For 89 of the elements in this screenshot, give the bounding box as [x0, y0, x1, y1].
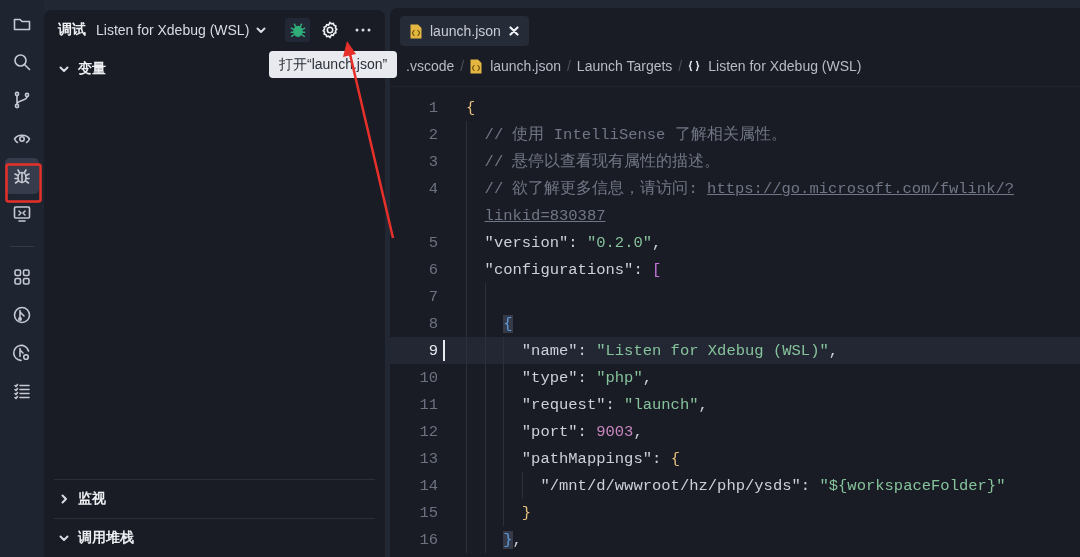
braces-icon: [688, 60, 701, 72]
punctuation: :: [568, 233, 579, 252]
string-value: "launch": [624, 395, 699, 414]
punctuation: ,: [642, 368, 653, 387]
line-number: 9: [427, 341, 438, 360]
breadcrumb-separator: /: [460, 58, 465, 74]
number-value: 9003: [596, 422, 634, 441]
file-icon: [470, 58, 483, 74]
bracket: }: [503, 530, 513, 549]
punctuation: :: [800, 476, 812, 495]
json-key: "type": [521, 368, 578, 387]
punctuation: ,: [512, 530, 522, 549]
line-number: 1: [427, 98, 438, 117]
breadcrumb-separator: /: [678, 58, 683, 74]
bracket: {: [670, 449, 680, 468]
editor-tab[interactable]: launch.json: [400, 16, 529, 46]
branch-circle-icon: [12, 305, 32, 325]
punctuation: :: [577, 341, 588, 360]
section-header[interactable]: 监视: [54, 480, 375, 518]
chevron-down-icon: [255, 24, 268, 36]
comment-link[interactable]: linkid=830387: [484, 206, 606, 225]
remote-display-icon: [12, 204, 32, 224]
line-number: 11: [418, 395, 438, 414]
json-key: "/mnt/d/wwwroot/hz/php/ysds": [540, 476, 801, 495]
config-dropdown[interactable]: Listen for Xdebug (WSL): [94, 22, 270, 38]
chevron-down-icon: [58, 63, 70, 75]
comment-link[interactable]: https://go.microsoft.com/fwlink/?: [707, 179, 1015, 198]
bug-icon: [12, 166, 32, 186]
string-value: "0.2.0": [586, 233, 653, 252]
punctuation: ,: [828, 341, 839, 360]
code-comment: // 欲了解更多信息，请访问:: [484, 178, 699, 199]
start-debug-button[interactable]: [285, 18, 310, 42]
file-icon: [410, 23, 422, 39]
line-number: 2: [427, 125, 438, 144]
bracket: {: [466, 98, 476, 117]
more-icon: [354, 28, 371, 32]
branch-icon: [12, 90, 32, 110]
line-number: 14: [418, 476, 438, 495]
checklist-icon: [12, 381, 32, 401]
punctuation: :: [577, 422, 588, 441]
grid-icon: [12, 267, 32, 287]
line-number: 6: [427, 260, 438, 279]
punctuation: ,: [652, 233, 662, 252]
branch-gear-icon: [12, 343, 32, 363]
highlight-frame: [5, 163, 42, 203]
line-number: 10: [418, 368, 438, 387]
punctuation: ,: [698, 395, 708, 414]
punctuation: :: [577, 368, 588, 387]
bracket: }: [521, 503, 532, 522]
json-key: "configurations": [484, 260, 634, 279]
line-number: 3: [427, 152, 438, 171]
chevron-right-icon: [58, 493, 70, 505]
punctuation: :: [652, 449, 663, 468]
line-number: 7: [427, 287, 438, 306]
bug-icon: [288, 21, 307, 39]
chevron-down-icon: [58, 532, 70, 544]
panel-title: 调试: [58, 21, 86, 39]
string-value: "php": [596, 368, 643, 387]
punctuation: ,: [633, 422, 643, 441]
breadcrumb-item[interactable]: Listen for Xdebug (WSL): [688, 58, 862, 74]
string-value: "Listen for Xdebug (WSL)": [596, 341, 829, 360]
json-key: "pathMappings": [521, 449, 652, 468]
breadcrumb-item[interactable]: launch.json: [470, 58, 561, 74]
line-number: 5: [427, 233, 438, 252]
punctuation: :: [605, 395, 616, 414]
json-key: "port": [521, 422, 578, 441]
line-number: 13: [418, 449, 438, 468]
breadcrumb-item[interactable]: Launch Targets: [576, 58, 673, 74]
punctuation: :: [633, 260, 644, 279]
search-icon: [12, 52, 32, 72]
breadcrumb-item[interactable]: .vscode: [406, 58, 455, 74]
text-cursor: [442, 340, 445, 361]
settings-icon: [321, 21, 340, 39]
line-number: 4: [427, 179, 438, 198]
json-key: "name": [521, 341, 578, 360]
line-number: 16: [418, 530, 438, 549]
line-number: 15: [418, 503, 438, 522]
string-value: "${workspaceFolder}": [819, 476, 1006, 495]
json-key: "request": [521, 395, 606, 414]
breadcrumb-separator: /: [566, 58, 571, 74]
code-comment: // 使用 IntelliSense 了解相关属性。: [484, 124, 787, 145]
bracket: {: [503, 314, 513, 333]
code-comment: // 悬停以查看现有属性的描述。: [484, 152, 721, 172]
json-key: "version": [484, 233, 569, 252]
close-icon[interactable]: [508, 26, 519, 36]
bracket: [: [652, 260, 662, 279]
line-number: 12: [418, 422, 438, 441]
line-number: 8: [427, 314, 438, 333]
section-header[interactable]: 调用堆栈: [54, 519, 375, 557]
